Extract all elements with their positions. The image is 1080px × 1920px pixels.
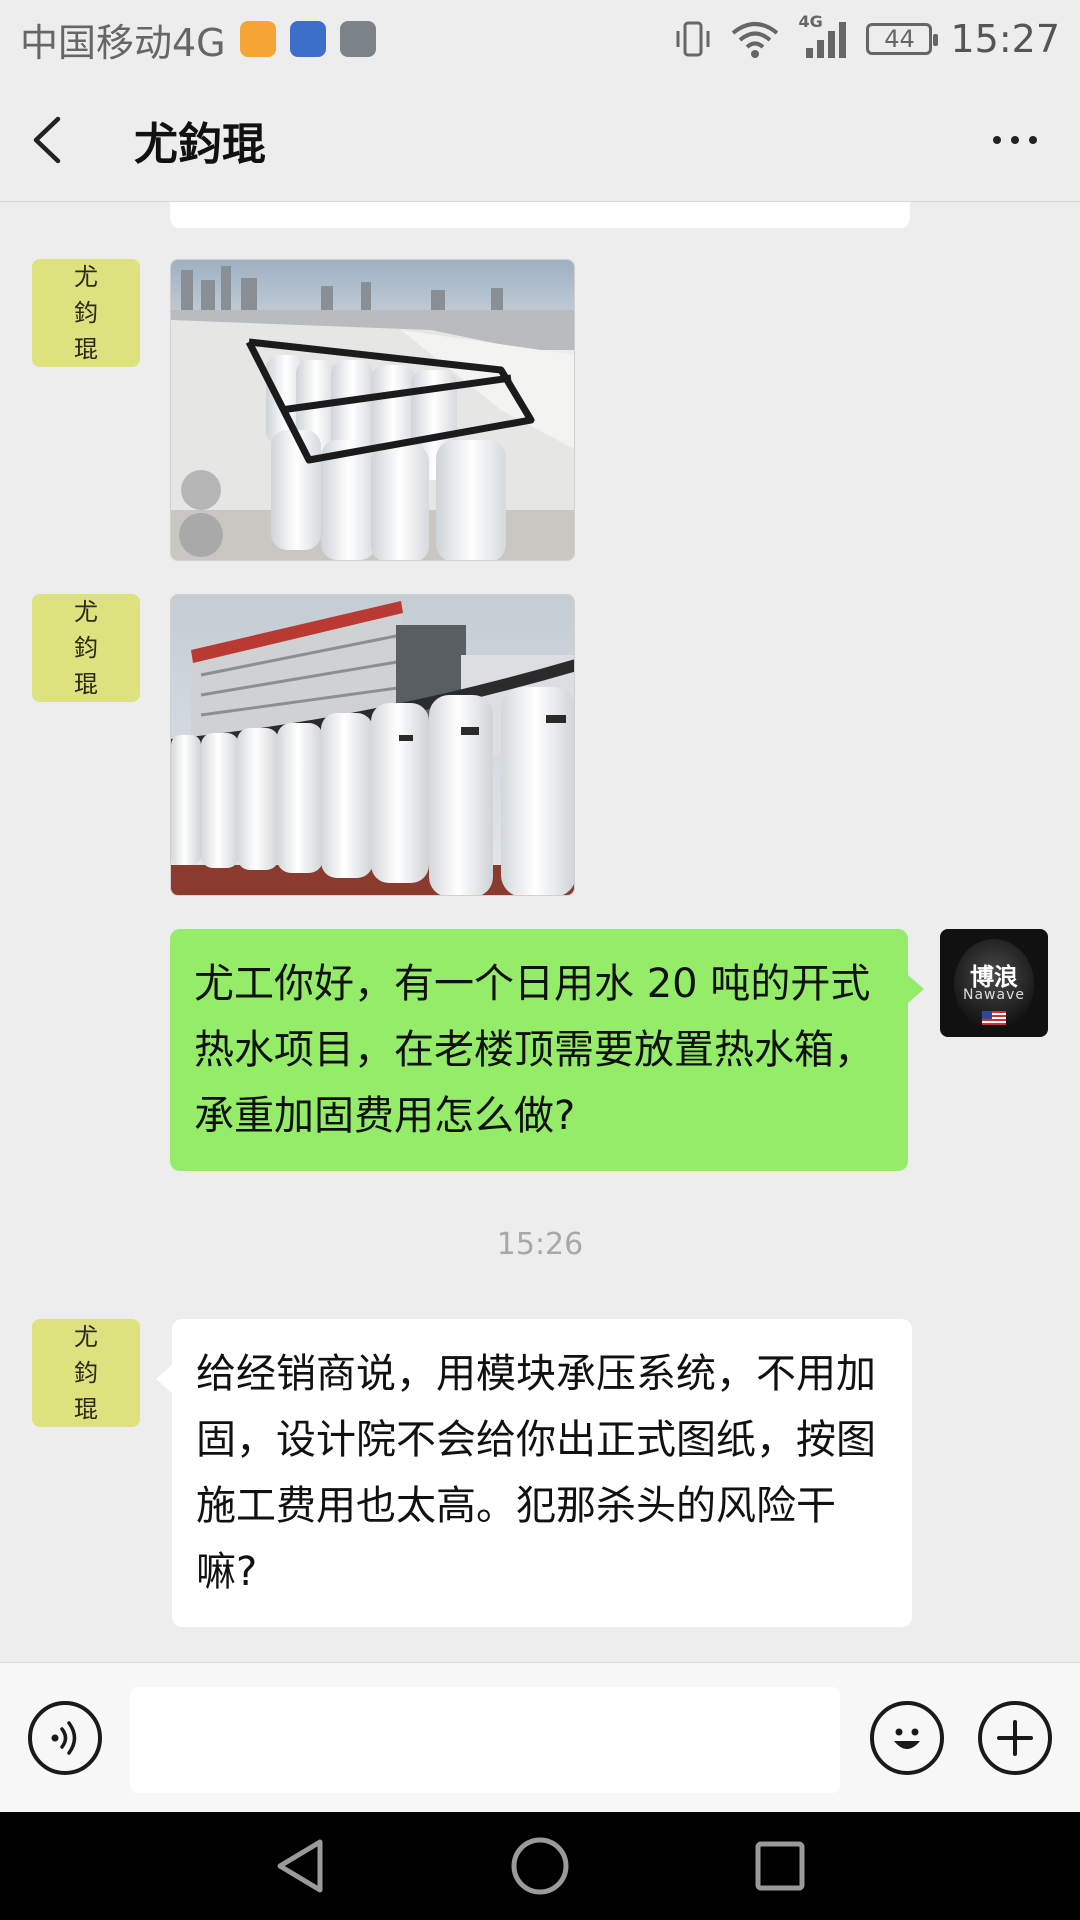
image-message[interactable] [170,259,575,561]
carrier-label: 中国移动4G [20,20,226,65]
nav-recents-button[interactable] [735,1821,825,1911]
status-left: 中国移动4G [20,12,376,67]
contact-name-title: 尤鈞琨 [134,118,266,170]
back-button[interactable] [30,100,90,180]
avatar-char: 尤 [74,598,98,626]
more-dot [1029,135,1037,144]
my-message-bubble[interactable]: 尤工你好，有一个日用水 20 吨的开式热水项目，在老楼顶需要放置热水箱，承重加固… [170,929,908,1171]
vibrate-icon [676,21,710,57]
my-avatar[interactable]: 博浪 Nawave [940,929,1048,1037]
more-dot [1011,135,1019,144]
previous-message-bubble[interactable] [170,202,910,228]
voice-icon [51,1721,77,1755]
plus-button[interactable] [978,1701,1052,1775]
system-nav-bar [0,1812,1080,1920]
message-text: 给经销商说，用模块承压系统，不用加固，设计院不会给你出正式图纸，按图施工费用也太… [196,1351,876,1595]
nav-home-button[interactable] [495,1821,585,1911]
photo-water-tanks-rooftop [171,260,574,560]
avatar-char: 琨 [74,1395,98,1423]
avatar-char: 鈞 [74,1359,98,1387]
bubble-tail [156,1365,172,1393]
chat-area[interactable]: 尤 鈞 琨 尤 鈞 琨 尤工你好，有一个日用水 20 吨的开式热水项目，在老楼顶… [0,202,1080,1662]
chat-header: 尤鈞琨 [0,78,1080,202]
chevron-left-icon [33,116,61,163]
bank-app-icon [289,21,326,57]
message-timestamp: 15:26 [496,1227,584,1262]
nav-home-icon [511,1837,569,1895]
avatar-char: 尤 [74,263,98,291]
health-app-icon [239,21,276,57]
more-dots-icon [993,135,1001,144]
avatar-char: 琨 [74,335,98,363]
battery-indicator: 44 [866,23,939,55]
contact-message-bubble[interactable]: 给经销商说，用模块承压系统，不用加固，设计院不会给你出正式图纸，按图施工费用也太… [172,1319,912,1627]
avatar-char: 鈞 [74,634,98,662]
emoji-button[interactable] [870,1701,944,1775]
message-text: 尤工你好，有一个日用水 20 吨的开式热水项目，在老楼顶需要放置热水箱，承重加固… [194,961,874,1139]
photo-water-tanks-building [171,595,574,895]
my-avatar-brand-en: Nawave [963,987,1025,1003]
wifi-icon [732,22,779,58]
clock: 15:27 [950,17,1060,61]
emoji-icon [894,1728,920,1749]
contact-avatar[interactable]: 尤 鈞 琨 [32,259,140,367]
more-options-button[interactable] [980,105,1050,175]
avatar-char: 尤 [74,1323,98,1351]
plus-icon [997,1720,1033,1756]
contact-avatar[interactable]: 尤 鈞 琨 [32,594,140,702]
nav-recents-icon [755,1841,805,1891]
status-bar: 中国移动4G 4G 44 15:27 [0,0,1080,78]
contact-avatar[interactable]: 尤 鈞 琨 [32,1319,140,1427]
cell-signal-icon: 4G [798,12,848,60]
voice-button[interactable] [28,1701,102,1775]
bubble-tail [908,975,924,1003]
battery-level: 44 [884,25,915,53]
avatar-char: 琨 [74,670,98,698]
input-bar [0,1662,1080,1812]
image-message[interactable] [170,594,575,896]
status-right: 4G 44 15:27 [674,12,1060,61]
shield-app-icon [339,21,376,57]
flag-icon [982,1011,1006,1025]
avatar-char: 鈞 [74,299,98,327]
nav-back-button[interactable] [255,1821,345,1911]
message-input[interactable] [130,1687,840,1793]
nav-back-icon [277,1839,323,1893]
